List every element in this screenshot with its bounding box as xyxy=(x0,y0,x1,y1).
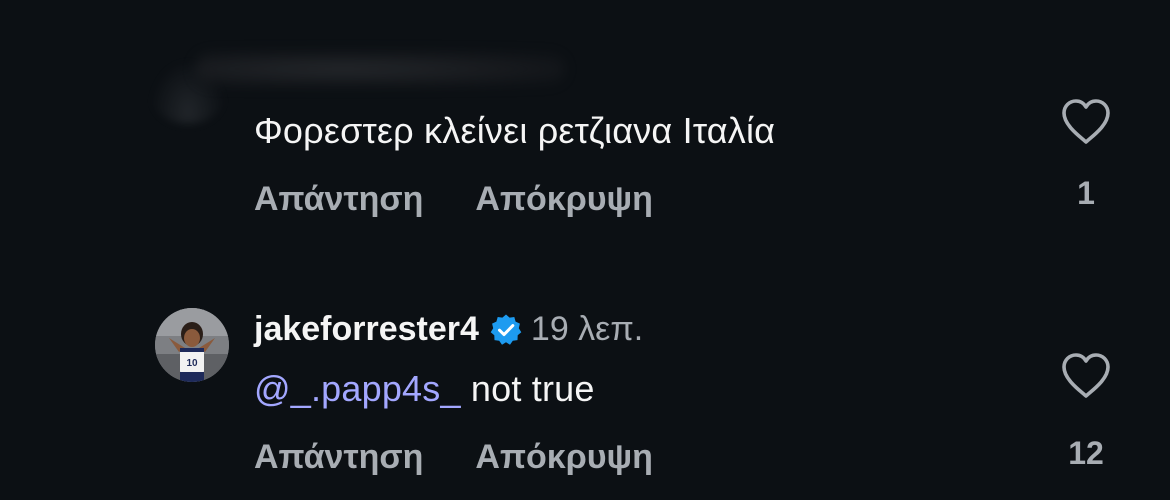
mention-link[interactable]: @_.papp4s_ xyxy=(254,368,461,409)
hide-button[interactable]: Απόκρυψη xyxy=(475,438,653,477)
timestamp: 19 λεπ. xyxy=(530,310,644,348)
like-count: 1 xyxy=(1077,175,1095,211)
avatar[interactable]: 10 xyxy=(155,308,229,382)
comment-actions: Απάντηση Απόκρυψη xyxy=(254,180,653,219)
reply-button[interactable]: Απάντηση xyxy=(254,180,423,219)
hide-button[interactable]: Απόκρυψη xyxy=(475,180,653,219)
comment-header: jakeforrester4 19 λεπ. xyxy=(254,310,643,349)
comment-actions: Απάντηση Απόκρυψη xyxy=(254,438,653,477)
like-count: 12 xyxy=(1068,435,1104,471)
like-control: 1 xyxy=(1056,98,1116,212)
username[interactable]: jakeforrester4 xyxy=(254,310,479,349)
heart-icon[interactable] xyxy=(1060,98,1112,151)
heart-icon[interactable] xyxy=(1060,352,1112,405)
like-control: 12 xyxy=(1056,352,1116,472)
comment-body: not true xyxy=(460,368,595,409)
svg-text:10: 10 xyxy=(186,358,198,369)
reply-button[interactable]: Απάντηση xyxy=(254,438,423,477)
comment-text: @_.papp4s_ not true xyxy=(254,368,595,410)
blurred-comment-header xyxy=(195,52,565,86)
comment-text: Φορεστερ κλείνει ρετζιανα Ιταλία xyxy=(254,110,776,151)
basketball-player-avatar-icon: 10 xyxy=(155,308,229,382)
verified-badge-icon xyxy=(489,313,523,347)
